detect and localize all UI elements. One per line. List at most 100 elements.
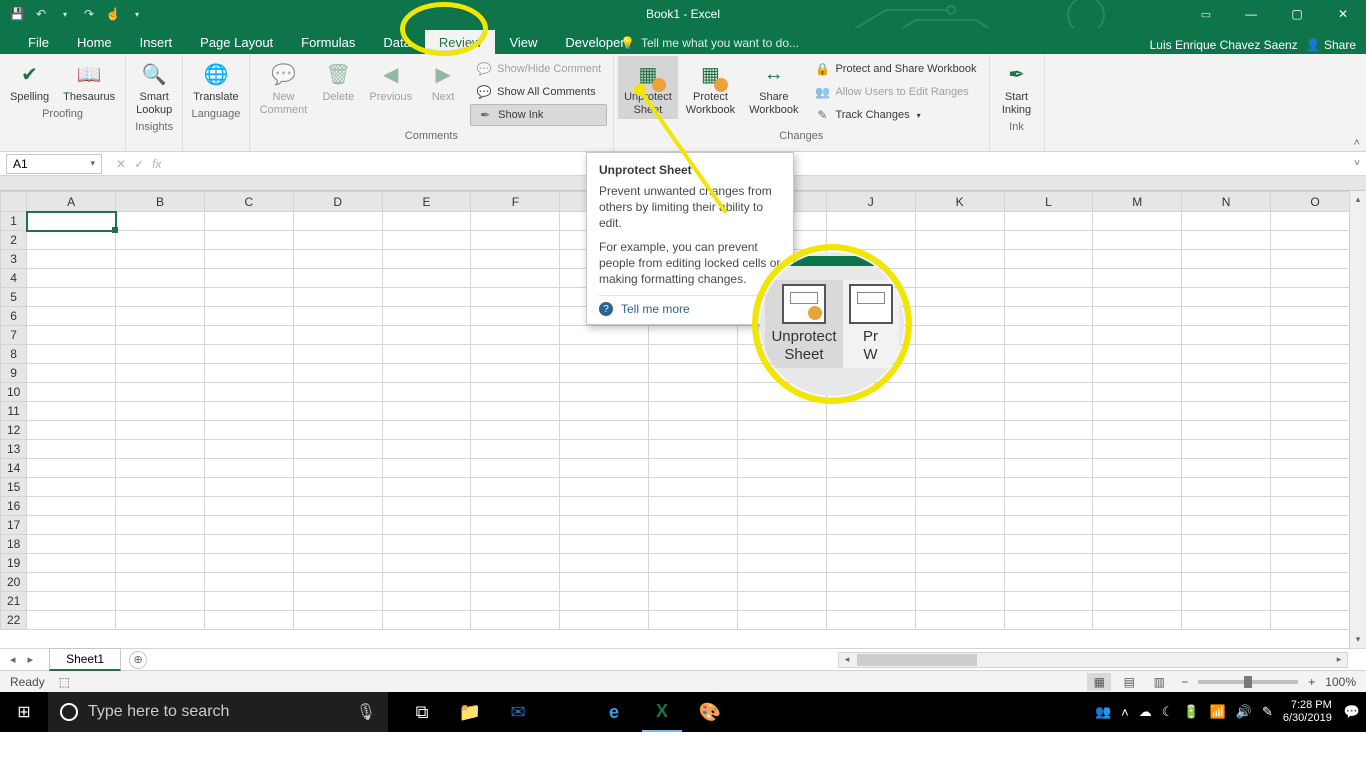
cell-D15[interactable] <box>293 478 382 497</box>
cell-B13[interactable] <box>116 440 205 459</box>
cell-C20[interactable] <box>204 573 293 592</box>
people-icon[interactable]: 👥 <box>1095 704 1111 720</box>
cell-F20[interactable] <box>471 573 560 592</box>
cell-L5[interactable] <box>1004 288 1093 307</box>
cell-D3[interactable] <box>293 250 382 269</box>
track-changes-button[interactable]: ✎Track Changes▾ <box>808 104 982 126</box>
cell-C14[interactable] <box>204 459 293 478</box>
cell-O22[interactable] <box>1271 611 1360 630</box>
cell-M4[interactable] <box>1093 269 1182 288</box>
cell-C15[interactable] <box>204 478 293 497</box>
row-header-17[interactable]: 17 <box>1 516 27 535</box>
view-normal-button[interactable]: ▦ <box>1087 673 1111 691</box>
cell-D5[interactable] <box>293 288 382 307</box>
cell-O7[interactable] <box>1271 326 1360 345</box>
cell-F10[interactable] <box>471 383 560 402</box>
cell-F8[interactable] <box>471 345 560 364</box>
cell-L22[interactable] <box>1004 611 1093 630</box>
cell-A10[interactable] <box>27 383 116 402</box>
cell-C3[interactable] <box>204 250 293 269</box>
row-header-22[interactable]: 22 <box>1 611 27 630</box>
cell-A7[interactable] <box>27 326 116 345</box>
cell-A21[interactable] <box>27 592 116 611</box>
tooltip-tell-me-more[interactable]: ? Tell me more <box>599 295 781 316</box>
cell-B7[interactable] <box>116 326 205 345</box>
task-view-icon[interactable]: ⧉ <box>402 692 442 732</box>
cell-A9[interactable] <box>27 364 116 383</box>
cell-L17[interactable] <box>1004 516 1093 535</box>
cell-A2[interactable] <box>27 231 116 250</box>
user-name[interactable]: Luis Enrique Chavez Saenz <box>1150 38 1298 52</box>
cell-D18[interactable] <box>293 535 382 554</box>
touch-mode-icon[interactable]: ☝ <box>104 5 122 23</box>
share-button[interactable]: 👤 Share <box>1306 38 1356 52</box>
horizontal-scrollbar[interactable]: ◂ ▸ <box>838 652 1348 668</box>
cell-E15[interactable] <box>382 478 471 497</box>
vertical-scrollbar[interactable]: ▴ ▾ <box>1349 191 1366 648</box>
cell-J9[interactable] <box>826 364 915 383</box>
row-header-19[interactable]: 19 <box>1 554 27 573</box>
cell-H17[interactable] <box>649 516 738 535</box>
cell-O2[interactable] <box>1271 231 1360 250</box>
cell-J6[interactable] <box>826 307 915 326</box>
cell-G8[interactable] <box>560 345 649 364</box>
cell-O9[interactable] <box>1271 364 1360 383</box>
cell-N13[interactable] <box>1182 440 1271 459</box>
tab-data[interactable]: Data <box>369 30 424 54</box>
col-header-M[interactable]: M <box>1093 192 1182 212</box>
zoom-out-button[interactable]: − <box>1177 675 1192 689</box>
cell-N16[interactable] <box>1182 497 1271 516</box>
col-header-C[interactable]: C <box>204 192 293 212</box>
cell-A16[interactable] <box>27 497 116 516</box>
cell-O20[interactable] <box>1271 573 1360 592</box>
cell-C12[interactable] <box>204 421 293 440</box>
cell-J5[interactable] <box>826 288 915 307</box>
cell-J12[interactable] <box>826 421 915 440</box>
cell-J11[interactable] <box>826 402 915 421</box>
cell-K18[interactable] <box>915 535 1004 554</box>
cell-E8[interactable] <box>382 345 471 364</box>
cell-O15[interactable] <box>1271 478 1360 497</box>
row-header-20[interactable]: 20 <box>1 573 27 592</box>
cell-B22[interactable] <box>116 611 205 630</box>
row-header-18[interactable]: 18 <box>1 535 27 554</box>
cell-D19[interactable] <box>293 554 382 573</box>
cell-K14[interactable] <box>915 459 1004 478</box>
cell-M8[interactable] <box>1093 345 1182 364</box>
row-header-9[interactable]: 9 <box>1 364 27 383</box>
cell-N3[interactable] <box>1182 250 1271 269</box>
cell-L2[interactable] <box>1004 231 1093 250</box>
row-header-13[interactable]: 13 <box>1 440 27 459</box>
cell-J20[interactable] <box>826 573 915 592</box>
cell-O5[interactable] <box>1271 288 1360 307</box>
row-header-21[interactable]: 21 <box>1 592 27 611</box>
cell-F9[interactable] <box>471 364 560 383</box>
cell-A11[interactable] <box>27 402 116 421</box>
cell-L7[interactable] <box>1004 326 1093 345</box>
cell-E18[interactable] <box>382 535 471 554</box>
cell-C17[interactable] <box>204 516 293 535</box>
cell-G14[interactable] <box>560 459 649 478</box>
cell-K19[interactable] <box>915 554 1004 573</box>
cell-K16[interactable] <box>915 497 1004 516</box>
taskbar-search[interactable]: Type here to search 🎙 <box>48 692 388 732</box>
row-header-8[interactable]: 8 <box>1 345 27 364</box>
tell-me-search[interactable]: 💡 Tell me what you want to do... <box>620 36 799 50</box>
row-header-3[interactable]: 3 <box>1 250 27 269</box>
cell-B2[interactable] <box>116 231 205 250</box>
sheet-tab-1[interactable]: Sheet1 <box>49 648 121 671</box>
hscroll-thumb[interactable] <box>857 654 977 666</box>
cell-D16[interactable] <box>293 497 382 516</box>
cell-M15[interactable] <box>1093 478 1182 497</box>
sheet-nav-prev-icon[interactable]: ◂ <box>6 653 20 666</box>
cell-E6[interactable] <box>382 307 471 326</box>
cell-L3[interactable] <box>1004 250 1093 269</box>
cell-D13[interactable] <box>293 440 382 459</box>
cell-C22[interactable] <box>204 611 293 630</box>
cell-L21[interactable] <box>1004 592 1093 611</box>
cell-C19[interactable] <box>204 554 293 573</box>
cell-B1[interactable] <box>116 212 205 231</box>
cell-E4[interactable] <box>382 269 471 288</box>
cell-B19[interactable] <box>116 554 205 573</box>
cell-J1[interactable] <box>826 212 915 231</box>
